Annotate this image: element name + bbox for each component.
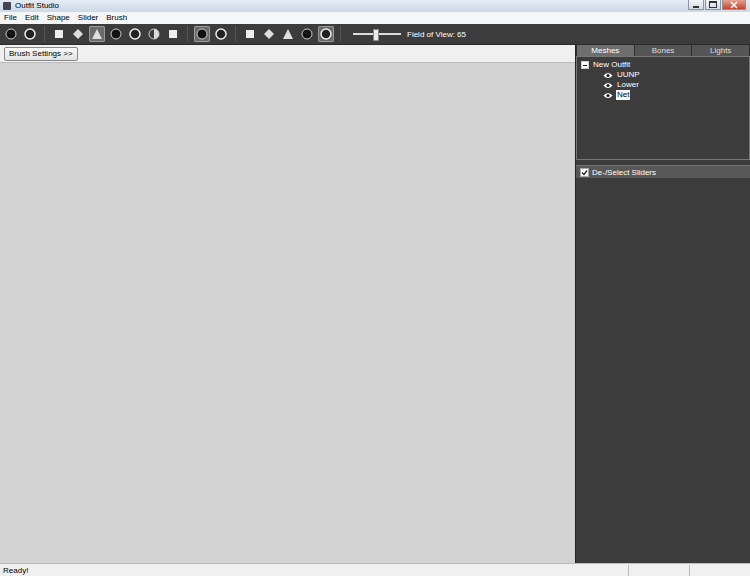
tool-group xyxy=(51,26,188,42)
slider-thumb[interactable] xyxy=(373,29,379,41)
tool-icon xyxy=(243,27,257,41)
brush-settings-button[interactable]: Brush Settings >> xyxy=(4,47,78,61)
menu-bar: FileEditShapeSliderBrush xyxy=(0,12,750,24)
tree-root[interactable]: New Outfit xyxy=(581,60,745,70)
tool-button[interactable] xyxy=(242,26,258,42)
tool-button[interactable] xyxy=(318,26,334,42)
mesh-tree: New Outfit UUNP Lower Net xyxy=(576,56,750,160)
app-icon xyxy=(3,2,11,10)
menu-item[interactable]: Shape xyxy=(43,12,74,24)
tool-icon xyxy=(23,27,37,41)
tree-item[interactable]: Lower xyxy=(581,80,745,90)
tool-icon xyxy=(214,27,228,41)
menu-item[interactable]: File xyxy=(0,12,21,24)
tool-icon xyxy=(300,27,314,41)
tool-button[interactable] xyxy=(280,26,296,42)
tool-button[interactable] xyxy=(3,26,19,42)
minimize-icon xyxy=(693,6,699,8)
menu-item[interactable]: Slider xyxy=(74,12,102,24)
fov-label: Field of View: 65 xyxy=(407,30,466,39)
tool-icon xyxy=(4,27,18,41)
tree-item[interactable]: UUNP xyxy=(581,70,745,80)
tab[interactable]: Lights xyxy=(692,45,749,56)
window-title: Outfit Studio xyxy=(15,1,684,11)
tool-button[interactable] xyxy=(261,26,277,42)
tool-group xyxy=(194,26,236,42)
tool-icon xyxy=(147,27,161,41)
maximize-icon xyxy=(709,1,717,8)
menu-item[interactable]: Brush xyxy=(102,12,131,24)
tool-group xyxy=(242,26,341,42)
sliders-header-label: De-/Select Sliders xyxy=(592,168,656,177)
check-icon xyxy=(581,169,588,176)
tool-button[interactable] xyxy=(89,26,105,42)
collapse-icon[interactable] xyxy=(581,61,589,69)
tool-button[interactable] xyxy=(165,26,181,42)
status-bar: Ready! xyxy=(0,563,750,576)
eye-icon[interactable] xyxy=(603,82,613,89)
fov-slider[interactable] xyxy=(353,28,401,40)
brush-settings-bar: Brush Settings >> xyxy=(0,45,575,63)
eye-icon[interactable] xyxy=(603,72,613,79)
tool-icon xyxy=(71,27,85,41)
eye-icon[interactable] xyxy=(603,92,613,99)
tool-icon xyxy=(281,27,295,41)
maximize-button[interactable] xyxy=(705,0,721,10)
tool-icon xyxy=(109,27,123,41)
tool-icon xyxy=(90,27,104,41)
viewport-pane: Brush Settings >> xyxy=(0,45,576,563)
model-render[interactable] xyxy=(0,63,575,563)
tool-icon xyxy=(128,27,142,41)
tool-icon xyxy=(52,27,66,41)
title-bar: Outfit Studio xyxy=(0,0,750,12)
tool-button[interactable] xyxy=(22,26,38,42)
tool-button[interactable] xyxy=(146,26,162,42)
tool-group xyxy=(3,26,45,42)
sliders-header: De-/Select Sliders xyxy=(576,166,750,178)
select-sliders-checkbox[interactable] xyxy=(580,168,589,177)
tree-item[interactable]: Net xyxy=(581,90,745,100)
minimize-button[interactable] xyxy=(688,0,704,10)
tab[interactable]: Bones xyxy=(635,45,692,56)
outfit-studio-window: Outfit Studio FileEditShapeSliderBrush F… xyxy=(0,0,750,576)
sliders-panel: De-/Select Sliders xyxy=(576,165,750,563)
tool-button[interactable] xyxy=(70,26,86,42)
tool-button[interactable] xyxy=(127,26,143,42)
tool-icon xyxy=(195,27,209,41)
tool-button[interactable] xyxy=(299,26,315,42)
tool-button[interactable] xyxy=(108,26,124,42)
tool-button[interactable] xyxy=(213,26,229,42)
tool-icon xyxy=(262,27,276,41)
tab[interactable]: Meshes xyxy=(577,45,634,56)
tab-bar: MeshesBonesLights xyxy=(576,45,750,56)
menu-item[interactable]: Edit xyxy=(21,12,43,24)
toolbar: Field of View: 65 xyxy=(0,24,750,45)
side-pane: MeshesBonesLights New Outfit UUNP Lower … xyxy=(576,45,750,563)
tool-button[interactable] xyxy=(194,26,210,42)
close-button[interactable] xyxy=(722,0,746,10)
tool-icon xyxy=(319,27,333,41)
close-icon xyxy=(730,1,738,9)
tool-icon xyxy=(166,27,180,41)
status-text: Ready! xyxy=(0,565,628,576)
tool-button[interactable] xyxy=(51,26,67,42)
